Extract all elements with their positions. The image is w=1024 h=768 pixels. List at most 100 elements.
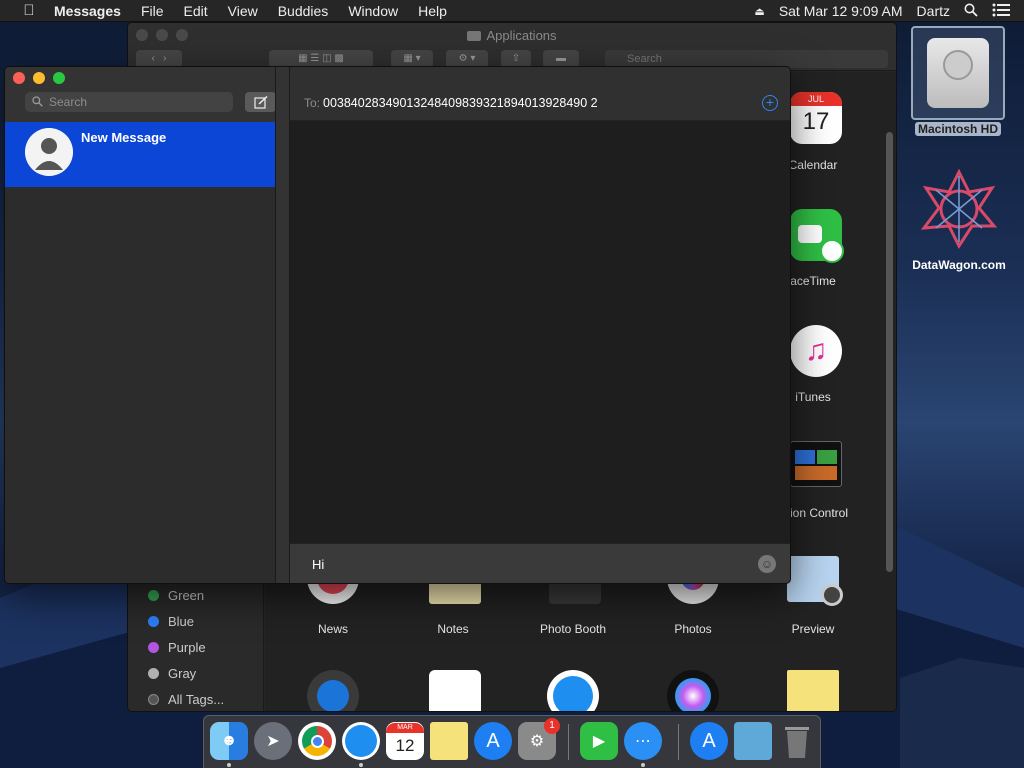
add-recipient-plus-icon[interactable]: + [762, 95, 778, 111]
dock-separator [568, 724, 569, 760]
green-tag-icon [148, 590, 159, 601]
calendar-day: 17 [802, 108, 830, 135]
menu-app-messages[interactable]: Messages [54, 3, 121, 19]
app-store-folder-dock-icon[interactable]: A [690, 722, 728, 760]
calendar-month: JUL [790, 92, 842, 106]
safari-app-icon[interactable] [547, 670, 599, 711]
datawagon-logo-icon [920, 168, 998, 250]
tag-gray[interactable]: Gray [148, 666, 196, 681]
dock-calendar-month: MAR [386, 723, 424, 733]
app-label-notes: Notes [437, 622, 469, 636]
desktop-datawagon[interactable]: DataWagon.com [900, 168, 1018, 272]
apple-menu-icon[interactable]:  [20, 2, 38, 19]
preview-app-icon[interactable] [787, 556, 843, 606]
quicktime-app-icon[interactable] [307, 670, 359, 711]
facetime-app-icon[interactable] [790, 209, 844, 263]
tag-label: Green [168, 588, 205, 603]
app-store-dock-icon[interactable]: A [474, 722, 512, 760]
sidebar-splitter[interactable] [275, 67, 290, 583]
facetime-dock-icon[interactable]: ▶ [580, 722, 618, 760]
close-button[interactable] [13, 72, 25, 84]
menu-view[interactable]: View [228, 3, 258, 19]
app-label-photos: Photos [674, 622, 712, 636]
search-placeholder: Search [49, 95, 88, 109]
calendar-dock-icon[interactable]: MAR 12 [386, 722, 424, 760]
desktop-label-macintosh-hd: Macintosh HD [914, 122, 1001, 136]
recipient-bar: To: 003840283490132484098393218940139284… [290, 67, 790, 121]
tag-label: All Tags... [168, 692, 225, 707]
tag-label: Blue [168, 614, 195, 629]
menu-bar:  Messages File Edit View Buddies Window… [0, 0, 1024, 22]
tag-all-tags[interactable]: All Tags... [148, 692, 224, 707]
tag-green[interactable]: Green [148, 588, 204, 603]
calendar-app-icon[interactable]: JUL 17 [790, 92, 842, 144]
folder-icon [467, 31, 482, 41]
conversation-pane: To: 003840283490132484098393218940139284… [290, 67, 790, 583]
safari-dock-icon[interactable] [342, 722, 380, 760]
dock-calendar-day: 12 [395, 736, 415, 755]
messages-dock-icon[interactable]: ⋯ [624, 722, 662, 760]
search-icon [32, 92, 43, 113]
tag-label: Purple [168, 640, 206, 655]
conversation-title: New Message [81, 130, 167, 145]
desktop-macintosh-hd[interactable]: Macintosh HD [910, 26, 1006, 138]
finder-title: Applications [128, 28, 896, 43]
trash-dock-icon[interactable] [778, 722, 816, 760]
menu-help[interactable]: Help [418, 3, 447, 19]
hard-drive-icon [911, 26, 1005, 120]
blue-tag-icon [148, 616, 159, 627]
finder-dock-icon[interactable]: ☻ [210, 722, 248, 760]
tag-label: Gray [168, 666, 197, 681]
finder-search-placeholder: Search [627, 53, 662, 65]
minimize-button[interactable] [33, 72, 45, 84]
messages-window: Search New Message To: 00384028349013248… [4, 66, 791, 584]
notification-center-icon[interactable] [992, 3, 1010, 20]
itunes-app-icon[interactable]: ♫ [790, 325, 842, 377]
app-label-news: News [317, 622, 348, 636]
finder-titlebar: Applications ‹ › ▦ ☰ ◫ ▩ ▦ ▾ ⚙ ▾ ⇧ ▬ Sea… [128, 23, 896, 71]
stickies-app-icon[interactable] [787, 670, 839, 711]
messages-running-indicator [641, 763, 645, 767]
message-input[interactable]: Hi [312, 557, 324, 572]
desktop-label-datawagon: DataWagon.com [912, 258, 1006, 272]
notes-dock-icon[interactable] [430, 722, 468, 760]
menu-clock[interactable]: Sat Mar 12 9:09 AM [779, 3, 903, 19]
menu-window[interactable]: Window [348, 3, 398, 19]
messages-search-input[interactable]: Search [25, 92, 233, 112]
finder-title-text: Applications [486, 28, 557, 43]
messages-sidebar: Search New Message [5, 67, 276, 583]
menu-buddies[interactable]: Buddies [278, 3, 329, 19]
conversation-item-new-message[interactable]: New Message [5, 122, 275, 187]
zoom-button[interactable] [53, 72, 65, 84]
compose-icon [253, 95, 268, 109]
tag-blue[interactable]: Blue [148, 614, 194, 629]
chrome-dock-icon[interactable] [298, 722, 336, 760]
menu-user[interactable]: Dartz [917, 3, 950, 19]
spotlight-search-icon[interactable] [964, 3, 978, 20]
dock: ☻ ➤ MAR 12 A ⚙ 1 ▶ ⋯ A [203, 715, 821, 768]
compose-new-message-button[interactable] [245, 92, 276, 112]
emoji-icon[interactable]: ☺ [758, 555, 776, 573]
app-label-photo-booth: Photo Booth [539, 622, 607, 636]
menu-file[interactable]: File [141, 3, 164, 19]
reminders-app-icon[interactable] [429, 670, 481, 711]
notification-badge: 1 [544, 718, 560, 734]
gray-tag-icon [148, 668, 159, 679]
dock-separator [678, 724, 679, 760]
safari-running-indicator [359, 763, 363, 767]
purple-tag-icon [148, 642, 159, 653]
system-preferences-dock-icon[interactable]: ⚙ 1 [518, 718, 560, 760]
folder-dock-icon[interactable] [734, 722, 772, 760]
avatar [25, 128, 73, 176]
messages-sidebar-header: Search [5, 67, 276, 122]
siri-app-icon[interactable] [667, 670, 719, 711]
tag-purple[interactable]: Purple [148, 640, 206, 655]
recipient-input[interactable]: 00384028349013248409839321894013928490 2 [323, 94, 743, 112]
finder-scrollbar[interactable] [886, 132, 893, 572]
to-label: To: [304, 96, 321, 110]
eject-icon[interactable]: ⏏ [754, 5, 764, 18]
launchpad-dock-icon[interactable]: ➤ [254, 722, 292, 760]
finder-running-indicator [227, 763, 231, 767]
mission-control-app-icon[interactable] [790, 441, 842, 487]
menu-edit[interactable]: Edit [184, 3, 208, 19]
